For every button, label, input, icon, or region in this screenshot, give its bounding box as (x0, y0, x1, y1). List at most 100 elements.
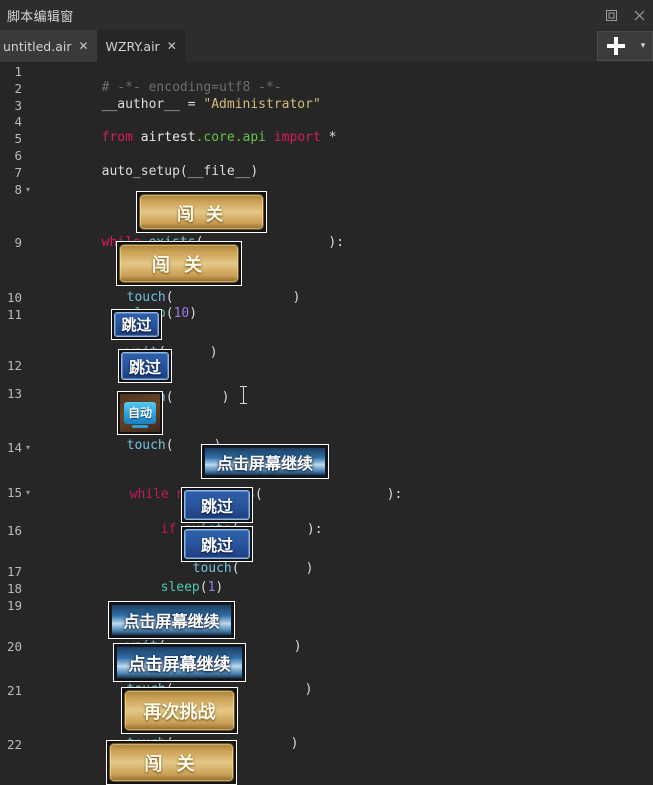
line-number: 9 (14, 235, 22, 250)
chip-tiaoguo-1[interactable]: 跳过 (111, 309, 162, 340)
line-number: 2 (14, 81, 22, 96)
line-number: 21 (6, 683, 22, 698)
line-number: 22 (6, 737, 22, 752)
line-number: 1 (14, 64, 22, 79)
close-icon[interactable] (625, 0, 653, 30)
chip-label: 点击屏幕继续 (216, 453, 313, 473)
open-paren-token: ( (165, 438, 174, 453)
line-number: 17 (6, 564, 22, 579)
line-number: 5 (14, 131, 22, 146)
line-number-gutter: 1 2 3 4 5 6 7 8 ▾ 9 10 11 12 13 14 ▾ 15 … (0, 62, 36, 785)
script-editor-window: 脚本编辑窗 untitled.air ✕ WZRY.air ✕ ▾ 1 2 3 … (0, 0, 653, 785)
chip-chuangguan-1[interactable]: 闯 关 (136, 191, 267, 233)
close-paren-colon-token: ): (306, 522, 323, 537)
line-number: 4 (14, 114, 22, 129)
line-number: 7 (14, 165, 22, 180)
line-number: 13 (6, 386, 22, 401)
chip-label: 闯 关 (177, 204, 226, 225)
auto-setup-args-token: (__file__) (179, 164, 259, 179)
monitor-icon: 自动 (123, 402, 156, 424)
chip-chuangguan-3[interactable]: 闯 关 (106, 740, 237, 785)
chip-label: 点击屏幕继续 (123, 612, 220, 631)
chip-zidong[interactable]: 自动 (117, 391, 163, 435)
line-number: 14 (6, 440, 22, 455)
line-number: 12 (6, 358, 22, 373)
code-line-6: auto_setup(__file__) (39, 148, 259, 196)
close-paren-colon-token: ): (386, 487, 403, 502)
line-number: 15 (6, 485, 22, 500)
line-number: 11 (6, 307, 22, 322)
fold-marker-14[interactable]: ▾ (26, 440, 30, 456)
tab-untitled-air[interactable]: untitled.air ✕ (0, 30, 97, 62)
chip-label: 自动 (127, 406, 152, 420)
sleep-number-token: 10 (173, 306, 190, 321)
if-keyword-token: if (160, 522, 177, 537)
tab-bar: untitled.air ✕ WZRY.air ✕ ▾ (0, 30, 653, 62)
chevron-down-icon[interactable]: ▾ (634, 32, 652, 61)
chip-dianji-2[interactable]: 点击屏幕继续 (108, 601, 235, 639)
tab-actions: ▾ (597, 31, 653, 61)
restore-button[interactable] (597, 0, 625, 30)
auto-setup-call-token: auto_setup (101, 164, 180, 179)
close-paren-token: ) (305, 561, 314, 576)
line-number: 16 (6, 523, 22, 538)
open-paren-token: ( (199, 580, 208, 595)
open-paren-token: ( (165, 306, 174, 321)
tab-close-icon[interactable]: ✕ (78, 40, 88, 52)
close-paren-token: ) (209, 345, 218, 360)
add-tab-button[interactable] (598, 32, 634, 61)
assign-token: = (179, 97, 204, 112)
chip-zaicitiaozhan[interactable]: 再次挑战 (121, 687, 238, 734)
window-title: 脚本编辑窗 (7, 9, 74, 25)
line-number: 6 (14, 148, 22, 163)
close-paren-token: ) (189, 306, 198, 321)
monitor-stand-icon (132, 425, 148, 428)
close-paren-token: ) (215, 580, 224, 595)
tab-label: WZRY.air (105, 38, 160, 54)
chip-label: 跳过 (200, 536, 233, 555)
open-paren-token: ( (231, 561, 240, 576)
line-number: 3 (14, 98, 22, 113)
close-paren-token: ) (304, 682, 313, 697)
sleep-call-token: sleep (160, 580, 200, 595)
fold-marker-15[interactable]: ▾ (26, 485, 30, 501)
chip-label: 闯 关 (144, 753, 199, 775)
window-controls (597, 0, 653, 30)
chip-tiaoguo-4[interactable]: 跳过 (181, 526, 253, 562)
line-number: 19 (6, 598, 22, 613)
chip-dianji-1[interactable]: 点击屏幕继续 (201, 444, 329, 479)
chip-tiaoguo-2[interactable]: 跳过 (118, 349, 172, 383)
chip-label: 再次挑战 (143, 701, 216, 723)
text-cursor (240, 386, 247, 404)
module-token: airtest (132, 130, 196, 145)
from-keyword-token: from (101, 130, 133, 145)
line-number: 20 (6, 639, 22, 654)
line-number: 10 (6, 290, 22, 305)
code-editor[interactable]: 1 2 3 4 5 6 7 8 ▾ 9 10 11 12 13 14 ▾ 15 … (0, 62, 653, 785)
submodule-token: .core.api (195, 130, 267, 145)
fold-marker-8[interactable]: ▾ (26, 182, 30, 198)
author-string-token: "Administrator" (203, 97, 321, 112)
chip-label: 闯 关 (151, 254, 207, 276)
tab-list: untitled.air ✕ WZRY.air ✕ (0, 30, 185, 62)
chip-dianji-3[interactable]: 点击屏幕继续 (113, 643, 246, 682)
close-paren-token: ) (293, 639, 302, 654)
tab-wzry-air[interactable]: WZRY.air ✕ (96, 30, 185, 62)
tab-label: untitled.air (3, 38, 72, 54)
import-keyword-token: import (266, 130, 321, 145)
chip-label: 跳过 (200, 497, 233, 516)
star-token: * (320, 130, 337, 145)
dunder-author-token: __author__ (101, 97, 180, 112)
title-bar: 脚本编辑窗 (0, 0, 653, 30)
close-paren-token: ) (290, 736, 299, 751)
close-paren-colon-token: ): (328, 235, 345, 250)
tab-close-icon[interactable]: ✕ (167, 40, 177, 52)
open-paren-token: ( (165, 390, 174, 405)
chip-tiaoguo-3[interactable]: 跳过 (181, 487, 253, 523)
open-paren-token: ( (254, 487, 263, 502)
touch-call-token: touch (126, 438, 166, 453)
chip-label: 跳过 (128, 358, 161, 377)
line-number: 8 (14, 182, 22, 197)
while-keyword-token: while (129, 487, 169, 502)
chip-chuangguan-2[interactable]: 闯 关 (116, 241, 242, 286)
